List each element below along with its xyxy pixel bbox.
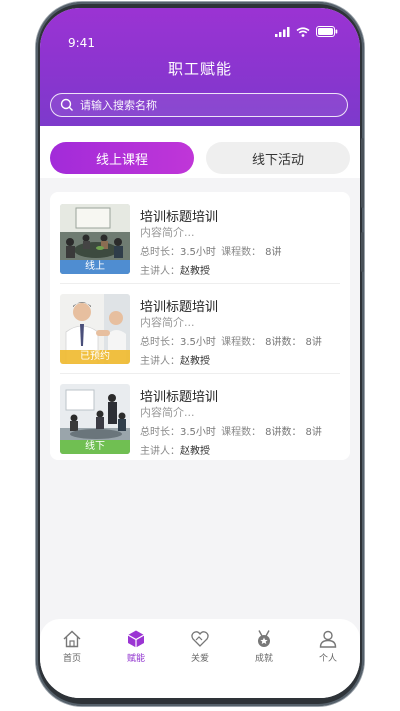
course-item[interactable]: 线上 培训标题培训 内容简介... 总时长：3.5小时 课程数： 8讲 主讲人：赵… bbox=[60, 196, 344, 277]
course-item[interactable]: 线下 培训标题培训 内容简介... 总时长：3.5小时 课程数： 8讲数： 8讲 主… bbox=[60, 376, 344, 457]
search-icon bbox=[60, 98, 73, 111]
count-extra: 8讲 bbox=[305, 427, 322, 438]
search-input[interactable]: 请输入搜索名称 bbox=[80, 97, 157, 113]
course-title: 培训标题培训 bbox=[140, 300, 219, 315]
nav-label: 关爱 bbox=[190, 654, 209, 664]
nav-label: 赋能 bbox=[126, 654, 145, 664]
course-title: 培训标题培训 bbox=[140, 390, 219, 405]
volume-button bbox=[361, 232, 364, 272]
course-status-tag: 线上 bbox=[60, 260, 130, 274]
lecturer-name: 赵教授 bbox=[180, 356, 210, 367]
wifi-icon bbox=[296, 26, 310, 37]
divider bbox=[60, 283, 340, 284]
duration-value: 3.5小时 bbox=[180, 247, 216, 258]
count-extra: 8讲 bbox=[305, 337, 322, 348]
nav-label: 成就 bbox=[254, 654, 273, 664]
course-item[interactable]: 已预约 培训标题培训 内容简介... 总时长：3.5小时 课程数： 8讲数： 8讲 … bbox=[60, 286, 344, 367]
divider bbox=[60, 373, 340, 374]
course-lecturer: 主讲人：赵教授 bbox=[140, 352, 210, 367]
status-icons bbox=[275, 26, 338, 37]
course-thumbnail: 线下 bbox=[60, 384, 130, 454]
tab-online-courses[interactable]: 线上课程 bbox=[50, 142, 194, 174]
course-meta: 总时长：3.5小时 课程数： 8讲数： 8讲 bbox=[140, 423, 322, 438]
course-status-tag: 已预约 bbox=[60, 350, 130, 364]
lecturer-label: 主讲人： bbox=[140, 446, 180, 457]
duration-label: 总时长： bbox=[140, 427, 180, 438]
count-value: 8讲 bbox=[265, 247, 282, 258]
course-intro: 内容简介... bbox=[140, 406, 195, 419]
tab-bar: 线上课程 线下活动 bbox=[40, 126, 360, 178]
duration-value: 3.5小时 bbox=[180, 427, 216, 438]
bottom-nav: 首页 赋能 关爱 成就 个人 bbox=[40, 619, 360, 677]
count-label: 课程数： bbox=[221, 337, 262, 348]
count-value: 8讲数： bbox=[265, 427, 302, 438]
course-lecturer: 主讲人：赵教授 bbox=[140, 262, 210, 277]
cube-icon bbox=[127, 630, 145, 648]
nav-empower[interactable]: 赋能 bbox=[110, 629, 162, 664]
course-list: 线上 培训标题培训 内容简介... 总时长：3.5小时 课程数： 8讲 主讲人：赵… bbox=[50, 192, 350, 460]
lecturer-name: 赵教授 bbox=[180, 446, 210, 457]
home-icon bbox=[63, 630, 81, 648]
course-lecturer: 主讲人：赵教授 bbox=[140, 442, 210, 457]
screen: 9:41 职工赋能 请输入搜索名称 线上课程 线下活动 线上 培训标题培训 内容… bbox=[40, 8, 360, 698]
person-icon bbox=[319, 630, 337, 648]
count-label: 课程数： bbox=[221, 247, 262, 258]
duration-label: 总时长： bbox=[140, 247, 180, 258]
lecturer-label: 主讲人： bbox=[140, 266, 180, 277]
duration-label: 总时长： bbox=[140, 337, 180, 348]
lecturer-label: 主讲人： bbox=[140, 356, 180, 367]
heart-hands-icon bbox=[191, 631, 209, 647]
header: 9:41 职工赋能 请输入搜索名称 bbox=[40, 8, 360, 126]
count-value: 8讲数： bbox=[265, 337, 302, 348]
nav-achievement[interactable]: 成就 bbox=[238, 629, 290, 664]
course-meta: 总时长：3.5小时 课程数： 8讲 bbox=[140, 243, 281, 258]
course-title: 培训标题培训 bbox=[140, 210, 219, 225]
course-thumbnail: 线上 bbox=[60, 204, 130, 274]
medal-icon bbox=[258, 630, 270, 647]
nav-home[interactable]: 首页 bbox=[46, 629, 98, 664]
nav-profile[interactable]: 个人 bbox=[302, 629, 354, 664]
power-button bbox=[361, 138, 364, 208]
course-meta: 总时长：3.5小时 课程数： 8讲数： 8讲 bbox=[140, 333, 322, 348]
tab-offline-activities[interactable]: 线下活动 bbox=[206, 142, 350, 174]
battery-icon bbox=[316, 26, 338, 37]
status-time: 9:41 bbox=[68, 36, 95, 50]
duration-value: 3.5小时 bbox=[180, 337, 216, 348]
count-label: 课程数： bbox=[221, 427, 262, 438]
course-thumbnail: 已预约 bbox=[60, 294, 130, 364]
nav-label: 个人 bbox=[318, 654, 337, 664]
course-intro: 内容简介... bbox=[140, 316, 195, 329]
page-title: 职工赋能 bbox=[167, 60, 232, 78]
search-bar[interactable]: 请输入搜索名称 bbox=[50, 93, 348, 117]
nav-label: 首页 bbox=[62, 654, 81, 664]
course-intro: 内容简介... bbox=[140, 226, 195, 239]
course-status-tag: 线下 bbox=[60, 440, 130, 454]
nav-care[interactable]: 关爱 bbox=[174, 629, 226, 664]
signal-icon bbox=[275, 26, 290, 37]
home-indicator-area bbox=[40, 677, 360, 698]
lecturer-name: 赵教授 bbox=[180, 266, 210, 277]
